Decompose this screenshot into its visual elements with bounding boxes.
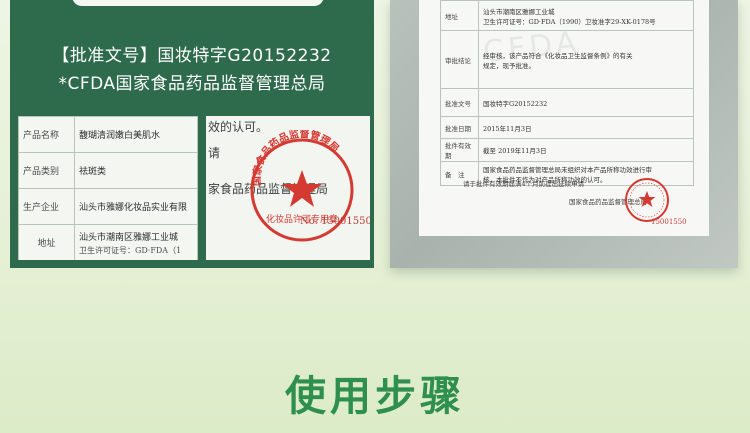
row-value: 馥瑚清润嫩白美肌水	[74, 116, 198, 153]
row-label: 地址	[18, 224, 75, 260]
table-row: 产品类别 祛斑类	[18, 152, 198, 189]
row-label: 产品类别	[18, 152, 75, 189]
row-value: 汕头市潮南区雅娜工业城 卫生许可证号：GD·FDA（1	[74, 224, 198, 260]
stamp-photo: 效的认可。 请 家食品药品监督管理局 国家食品药品监督管理局 化妆品许可专用章 …	[206, 116, 370, 260]
table-row: 生产企业 汕头市雅娜化妆品实业有限	[18, 188, 198, 225]
table-row: 批准日期 2015年11月3日	[440, 116, 694, 139]
certificate-stamp-number: 15001550	[651, 218, 687, 226]
table-row: 批件有效期 截至 2019年11月3日	[440, 138, 694, 162]
row-value: 国妆特字G20152232	[478, 88, 694, 117]
table-row: 批准文号 国妆特字G20152232	[440, 88, 694, 117]
row-value: 2015年11月3日	[478, 116, 694, 139]
row-label: 生产企业	[18, 188, 75, 225]
row-value-line: 卫生许可证号：GD·FDA（1990）卫妆准字29-XK-0178号	[483, 17, 656, 26]
page: 【批准文号】国妆特字G20152232 *CFDA国家食品药品监督管理总局 产品…	[0, 0, 750, 433]
row-value-line: 国家食品药品监督管理总局未组织对本产品所称功效进行审	[483, 165, 652, 174]
row-value: 汕头市雅娜化妆品实业有限	[74, 188, 198, 225]
row-value: 祛斑类	[74, 152, 198, 189]
certificate-red-stamp	[625, 178, 669, 222]
row-value: 汕头市潮南区雅娜工业城 卫生许可证号：GD·FDA（1990）卫妆准字29-XK…	[478, 0, 694, 31]
stamp-photo-text-mid: 请	[208, 146, 221, 160]
row-label: 地址	[440, 0, 479, 31]
certificate-paper: CFDA 地址 汕头市潮南区雅娜工业城 卫生许可证号：GD·FDA（1990）卫…	[419, 0, 709, 236]
approval-panel: 【批准文号】国妆特字G20152232 *CFDA国家食品药品监督管理总局 产品…	[10, 0, 374, 268]
row-label: 产品名称	[18, 116, 75, 153]
table-row: 地址 汕头市潮南区雅娜工业城 卫生许可证号：GD·FDA（1990）卫妆准字29…	[440, 0, 694, 31]
top-pill-decoration	[72, 0, 324, 6]
official-red-stamp: 国家食品药品监督管理局 化妆品许可专用章	[250, 130, 354, 242]
certificate-table: 地址 汕头市潮南区雅娜工业城 卫生许可证号：GD·FDA（1990）卫妆准字29…	[440, 0, 694, 186]
row-label: 批准文号	[440, 88, 479, 117]
row-label: 审批结论	[440, 30, 479, 89]
product-info-photo: 产品名称 馥瑚清润嫩白美肌水 产品类别 祛斑类 生产企业 汕头市雅娜化妆品实业有…	[18, 116, 198, 260]
star-icon	[638, 191, 656, 207]
table-row: 产品名称 馥瑚清润嫩白美肌水	[18, 116, 198, 153]
row-label: 批准日期	[440, 116, 479, 139]
svg-text:国家食品药品监督管理局: 国家食品药品监督管理局	[250, 130, 341, 186]
approval-authority: *CFDA国家食品药品监督管理总局	[58, 74, 326, 94]
row-value-line: 经审核，该产品符合《化妆品卫生监督条例》的有关	[483, 51, 633, 60]
stamp-arc-text: 国家食品药品监督管理局	[250, 130, 341, 186]
stamp-number: No. 15001550	[300, 216, 370, 227]
certificate-frame: CFDA 地址 汕头市潮南区雅娜工业城 卫生许可证号：GD·FDA（1990）卫…	[390, 0, 738, 268]
table-row: 审批结论 经审核，该产品符合《化妆品卫生监督条例》的有关 规定，现予批准。	[440, 30, 694, 89]
table-row: 地址 汕头市潮南区雅娜工业城 卫生许可证号：GD·FDA（1	[18, 224, 198, 260]
section-title: 使用步骤	[285, 372, 465, 420]
row-value-line: 规定，现予批准。	[483, 61, 535, 70]
star-icon	[282, 170, 322, 207]
row-value: 截至 2019年11月3日	[478, 138, 694, 162]
row-value: 经审核，该产品符合《化妆品卫生监督条例》的有关 规定，现予批准。	[478, 30, 694, 89]
approval-number: 【批准文号】国妆特字G20152232	[52, 46, 332, 66]
license-text: 卫生许可证号：GD·FDA（1	[79, 245, 182, 255]
row-label: 批件有效期	[440, 138, 479, 162]
row-value-line: 汕头市潮南区雅娜工业城	[483, 7, 555, 16]
product-info-table: 产品名称 馥瑚清润嫩白美肌水 产品类别 祛斑类 生产企业 汕头市雅娜化妆品实业有…	[18, 116, 198, 260]
renewal-note: 请于批件有效期届满4个月前提出延续申请	[463, 180, 585, 188]
address-text: 汕头市潮南区雅娜工业城	[79, 232, 179, 243]
